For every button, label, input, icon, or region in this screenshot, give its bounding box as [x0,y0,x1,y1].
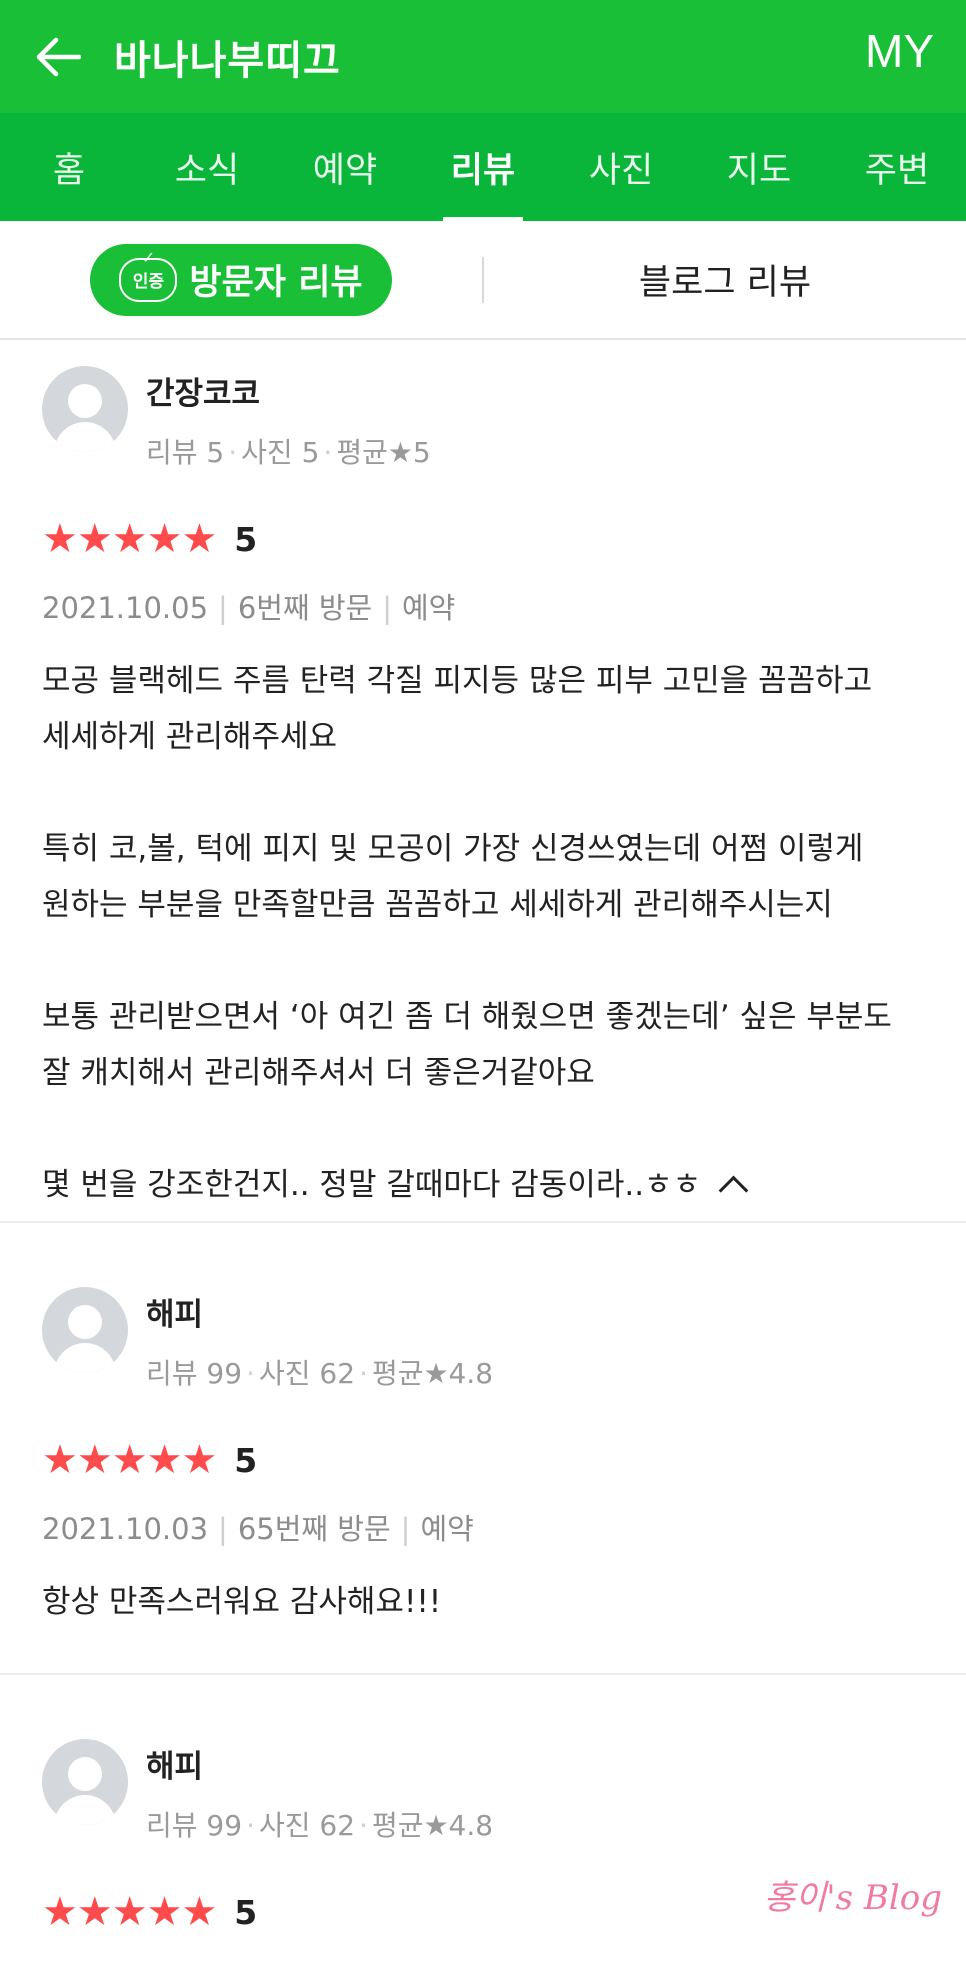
review-item: 간장코코 리뷰 5 · 사진 5 · 평균★5 ★★★★★ 5 2021.10.05 | 6… [0,340,966,1223]
tab-nearby[interactable]: 주변 [828,113,966,221]
back-button[interactable] [28,27,88,87]
photo-count: 사진 5 [241,436,320,469]
review-count: 리뷰 99 [146,1809,243,1842]
avatar [42,1739,128,1825]
review-date: 2021.10.05 [42,591,209,625]
reviewer-name: 간장코코 [146,376,261,412]
tab-news[interactable]: 소식 [138,113,276,221]
rating-row: ★★★★★ 5 [42,519,924,559]
blog-watermark: 홍이's Blog [763,1878,942,1918]
star-rating-icon: ★★★★★ [42,1889,217,1935]
visit-count: 65번째 방문 [237,1512,391,1546]
star-rating-icon: ★★★★★ [42,516,217,562]
photo-count: 사진 62 [258,1809,356,1842]
reviewer-info[interactable]: 해피 리뷰 99 · 사진 62 · 평균★4.8 [42,1675,924,1844]
certified-badge-label: 인증 [132,272,165,292]
review-body: 항상 만족스러워요 감사해요!!! [42,1584,442,1620]
visitor-review-label: 방문자 리뷰 [189,263,363,303]
avatar [42,1287,128,1373]
booking-tag: 예약 [402,591,456,625]
blog-review-label: 블로그 리뷰 [638,263,812,303]
photo-count: 사진 62 [258,1357,356,1390]
reviewer-stats: 리뷰 5 · 사진 5 · 평균★5 [146,436,431,469]
average-rating: 평균★4.8 [371,1809,494,1842]
reviewer-info[interactable]: 해피 리뷰 99 · 사진 62 · 평균★4.8 [42,1223,924,1392]
star-rating-icon: ★★★★★ [42,1437,217,1483]
review-meta: 2021.10.05 | 6번째 방문 | 예약 [42,591,456,625]
visitor-review-tab[interactable]: ✓ 인증 방문자 리뷰 [90,243,392,316]
tab-reviews[interactable]: 리뷰 [414,113,552,221]
review-count: 리뷰 5 [146,436,225,469]
check-icon: ✓ [141,247,156,267]
certified-badge-icon: ✓ 인증 [119,248,178,302]
rating-score: 5 [234,1440,258,1480]
visit-count: 6번째 방문 [237,591,373,625]
blog-review-tab[interactable]: 블로그 리뷰 [484,221,966,338]
place-title: 바나나부띠끄 [114,37,341,84]
average-rating: 평균★4.8 [371,1357,494,1390]
booking-tag: 예약 [420,1512,474,1546]
reviewer-info[interactable]: 간장코코 리뷰 5 · 사진 5 · 평균★5 [42,340,924,471]
rating-row: ★★★★★ 5 [42,1440,924,1480]
avatar [42,366,128,452]
rating-score: 5 [234,519,258,559]
top-app-bar: 바나나부띠끄 MY [0,0,966,113]
reviewer-stats: 리뷰 99 · 사진 62 · 평균★4.8 [146,1357,494,1390]
tab-home[interactable]: 홈 [0,113,138,221]
review-count: 리뷰 99 [146,1357,243,1390]
average-rating: 평균★5 [336,436,431,469]
reviewer-name: 해피 [146,1749,204,1785]
place-tab-bar: 홈 소식 예약 리뷰 사진 지도 주변 [0,113,966,221]
back-arrow-icon [36,37,81,76]
review-meta: 2021.10.03 | 65번째 방문 | 예약 [42,1512,474,1546]
review-body: 모공 블랙헤드 주름 탄력 각질 피지등 많은 피부 고민을 꼼꼼하고 세세하게… [42,663,892,1203]
my-button[interactable]: MY [865,24,934,78]
review-text: 항상 만족스러워요 감사해요!!! [42,1574,924,1630]
review-item: 해피 리뷰 99 · 사진 62 · 평균★4.8 ★★★★★ 5 2021.10.03… [0,1223,966,1675]
rating-score: 5 [234,1892,258,1932]
reviewer-stats: 리뷰 99 · 사진 62 · 평균★4.8 [146,1809,494,1842]
reviewer-name: 해피 [146,1297,204,1333]
review-type-switch: ✓ 인증 방문자 리뷰 블로그 리뷰 [0,221,966,340]
collapse-chevron-icon[interactable] [718,1175,749,1206]
visitor-review-tab-area: ✓ 인증 방문자 리뷰 [0,221,482,338]
tab-booking[interactable]: 예약 [276,113,414,221]
tab-photos[interactable]: 사진 [552,113,690,221]
review-text: 모공 블랙헤드 주름 탄력 각질 피지등 많은 피부 고민을 꼼꼼하고 세세하게… [42,653,924,1213]
review-date: 2021.10.03 [42,1512,209,1546]
tab-map[interactable]: 지도 [690,113,828,221]
